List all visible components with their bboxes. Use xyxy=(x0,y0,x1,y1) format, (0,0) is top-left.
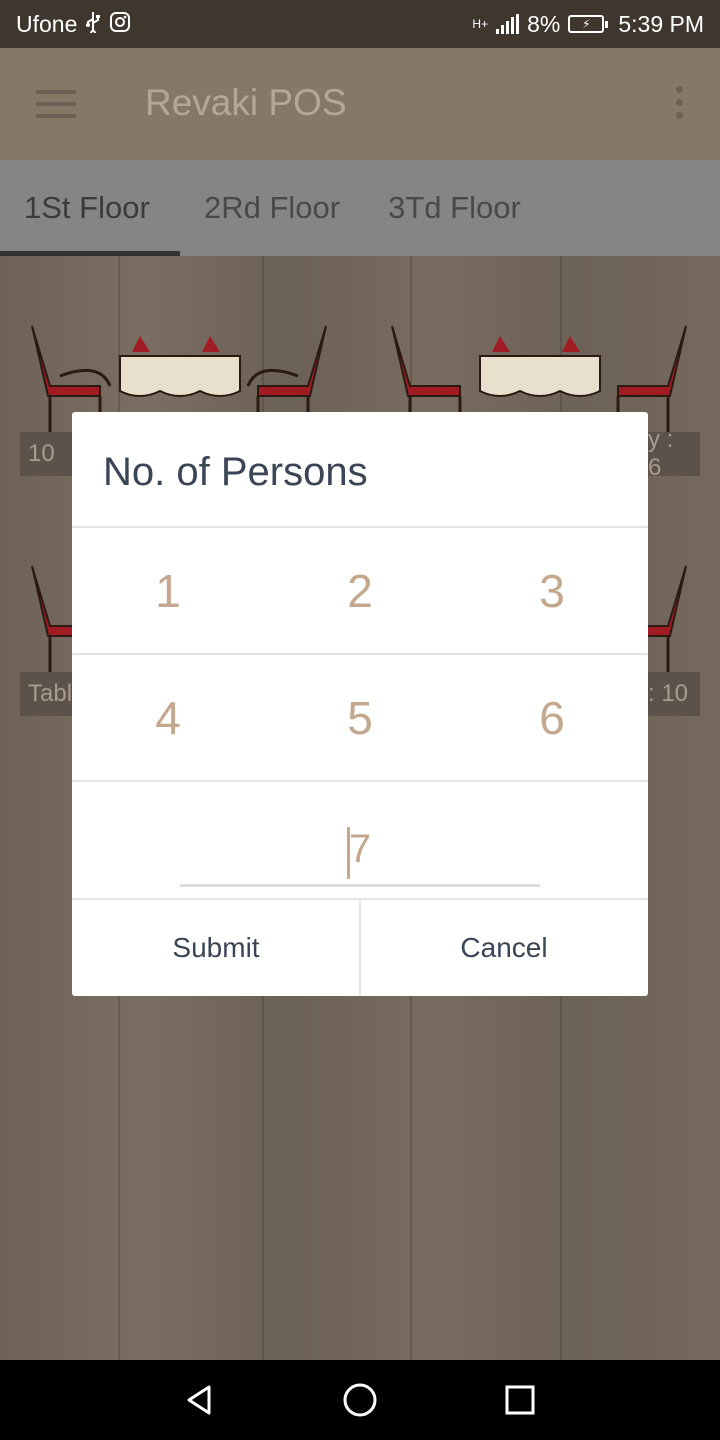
number-button-5[interactable]: 5 xyxy=(264,655,456,780)
number-row: 1 2 3 xyxy=(72,528,648,653)
submit-button[interactable]: Submit xyxy=(72,900,360,996)
text-caret xyxy=(347,827,350,879)
dialog-title: No. of Persons xyxy=(103,450,368,494)
home-circle-icon[interactable] xyxy=(330,1370,390,1430)
number-button-2[interactable]: 2 xyxy=(264,528,456,653)
input-underline xyxy=(180,884,540,887)
recents-square-icon[interactable] xyxy=(490,1370,550,1430)
number-row: 4 5 6 xyxy=(72,655,648,780)
cancel-button[interactable]: Cancel xyxy=(360,900,648,996)
action-divider xyxy=(359,900,361,996)
divider xyxy=(72,780,648,782)
persons-input-wrapper xyxy=(180,817,540,887)
number-button-3[interactable]: 3 xyxy=(456,528,648,653)
number-button-4[interactable]: 4 xyxy=(72,655,264,780)
number-button-1[interactable]: 1 xyxy=(72,528,264,653)
persons-count-input[interactable] xyxy=(180,817,540,881)
system-nav-bar xyxy=(0,1360,720,1440)
number-button-6[interactable]: 6 xyxy=(456,655,648,780)
back-triangle-icon[interactable] xyxy=(170,1370,230,1430)
persons-dialog: No. of Persons 1 2 3 4 5 6 Submit Cancel xyxy=(72,412,648,996)
